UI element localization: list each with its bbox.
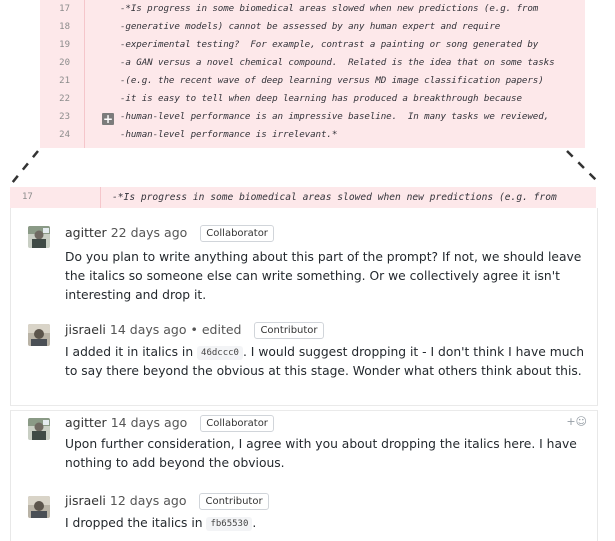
diff-line: 18 -generative models) cannot be assesse… [40, 18, 585, 36]
diff-code: -human-level performance is irrelevant.* [120, 129, 338, 140]
diff-code: -experimental testing? For example, cont… [120, 39, 539, 50]
diff-code: -generative models) cannot be assessed b… [120, 21, 501, 32]
diff-line-zoomed: 17 -*Is progress in some biomedical area… [10, 187, 596, 208]
role-badge: Collaborator [200, 415, 274, 432]
commit-sha-link[interactable]: fb65530 [206, 517, 253, 531]
diff-gutter-divider [100, 187, 101, 208]
line-number: 22 [59, 94, 70, 104]
comment-text: . [252, 516, 257, 530]
line-number: 19 [59, 40, 70, 50]
comment-body: I dropped the italics in fb65530. [65, 514, 585, 533]
role-badge: Contributor [199, 493, 269, 510]
line-number: 20 [59, 58, 70, 68]
diff-view: 17 -*Is progress in some biomedical area… [40, 0, 585, 148]
diff-line: 17 -*Is progress in some biomedical area… [40, 0, 585, 18]
diff-line: 19 -experimental testing? For example, c… [40, 36, 585, 54]
comment-header: agitter 14 days ago Collaborator [65, 413, 274, 433]
zoom-connector-right [566, 150, 600, 184]
zoom-connector-left [11, 150, 39, 184]
avatar[interactable] [28, 226, 50, 248]
commit-sha-link[interactable]: 46dccc0 [197, 346, 243, 360]
comment-text: I dropped the italics in [65, 516, 207, 530]
line-number: 18 [59, 22, 70, 32]
avatar[interactable] [28, 496, 50, 518]
comment-author[interactable]: agitter [65, 415, 107, 430]
avatar[interactable] [28, 324, 50, 346]
line-number: 23 [59, 112, 70, 122]
diff-code: -it is easy to tell when deep learning h… [120, 93, 522, 104]
comment-body: Do you plan to write anything about this… [65, 250, 582, 302]
comment-header: agitter 22 days ago Collaborator [65, 223, 274, 243]
diff-line: 23 -human-level performance is an impres… [40, 108, 585, 126]
diff-line: 21 -(e.g. the recent wave of deep learni… [40, 72, 585, 90]
role-badge: Contributor [254, 322, 324, 339]
diff-code: -(e.g. the recent wave of deep learning … [120, 75, 544, 86]
edited-indicator[interactable]: edited [202, 322, 242, 337]
line-number: 17 [22, 192, 33, 202]
comment-timestamp[interactable]: 12 days ago [110, 493, 187, 508]
separator-dot: • [190, 322, 198, 337]
comment-author[interactable]: agitter [65, 225, 107, 240]
comment-timestamp[interactable]: 14 days ago [110, 322, 187, 337]
diff-line: 20 -a GAN versus a novel chemical compou… [40, 54, 585, 72]
comment-body: I added it in italics in 46dccc0. I woul… [65, 343, 585, 381]
diff-line: 24 -human-level performance is irrelevan… [40, 126, 585, 144]
line-number: 21 [59, 76, 70, 86]
line-number: 24 [59, 130, 70, 140]
comment-timestamp[interactable]: 14 days ago [111, 415, 188, 430]
diff-code: -a GAN versus a novel chemical compound.… [120, 57, 555, 68]
comment-body: Upon further consideration, I agree with… [65, 437, 577, 470]
diff-code: -*Is progress in some biomedical areas s… [112, 192, 557, 203]
comment-author[interactable]: jisraeli [65, 493, 106, 508]
add-comment-button[interactable]: + [102, 113, 114, 125]
diff-line: 22 -it is easy to tell when deep learnin… [40, 90, 585, 108]
comment-text: I added it in italics in [65, 345, 198, 359]
diff-code: -human-level performance is an impressiv… [120, 111, 550, 122]
comment-thread: +☺ agitter 14 days ago Collaborator Upon… [10, 410, 598, 541]
comment-header: jisraeli 12 days ago Contributor [65, 491, 269, 511]
role-badge: Collaborator [200, 225, 274, 242]
line-number: 17 [59, 4, 70, 14]
diff-code: -*Is progress in some biomedical areas s… [120, 3, 539, 14]
comment-timestamp[interactable]: 22 days ago [111, 225, 188, 240]
add-reaction-icon[interactable]: +☺ [566, 415, 587, 428]
comment-header: jisraeli 14 days ago • edited Contributo… [65, 320, 324, 340]
avatar[interactable] [28, 418, 50, 440]
comment-thread: agitter 22 days ago Collaborator Do you … [10, 208, 598, 406]
comment-author[interactable]: jisraeli [65, 322, 106, 337]
